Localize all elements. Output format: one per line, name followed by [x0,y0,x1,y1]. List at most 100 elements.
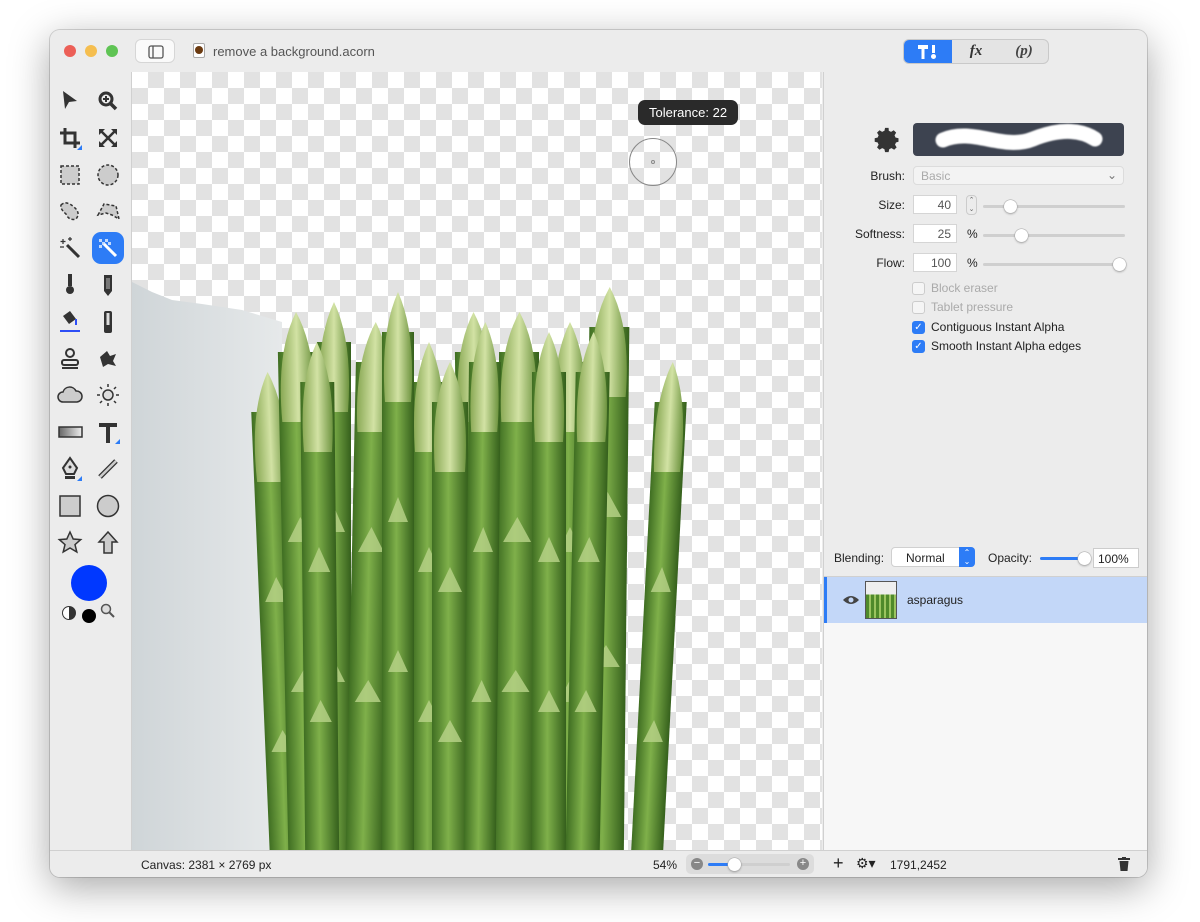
opacity-label: Opacity: [988,551,1033,565]
foreground-color-well[interactable] [71,565,107,601]
tool-magic-wand[interactable] [54,232,86,264]
zoom-button[interactable] [106,45,118,57]
tool-select-arrow[interactable] [54,85,86,117]
sidebar-toggle-button[interactable] [135,39,175,63]
tool-polygon-lasso[interactable] [92,195,124,227]
tool-gradient[interactable] [54,416,86,448]
zoom-icon [98,91,118,111]
trash-icon[interactable] [1118,857,1130,871]
brush-label: Brush: [870,169,905,183]
tool-smudge[interactable] [92,343,124,375]
circle-icon [96,494,120,518]
size-slider[interactable] [983,200,1125,213]
tool-arrow[interactable] [92,527,124,559]
polygon-lasso-icon [96,203,121,221]
magic-wand-icon [60,237,81,259]
sun-burn-icon [97,384,119,407]
size-field[interactable]: 40 [913,195,957,214]
tool-circle[interactable] [92,490,124,522]
tool-eraser[interactable] [92,306,124,338]
zoom-slider[interactable] [708,858,790,871]
layer-settings-button[interactable]: ⚙▾ [856,855,876,872]
blending-select[interactable]: Normal ⌃ ⌄ [891,547,975,567]
softness-field[interactable]: 25 [913,224,957,243]
flow-slider[interactable] [983,258,1126,271]
size-label: Size: [878,198,905,212]
tab-effects[interactable]: fx [952,40,1000,63]
tablet-pressure-checkbox[interactable]: Tablet pressure [912,300,1013,314]
brush-icon [66,274,74,294]
tool-lasso[interactable] [54,195,86,227]
tool-cloud-blur[interactable] [54,379,86,411]
tool-line[interactable] [92,453,124,485]
opacity-slider[interactable] [1040,552,1091,565]
smudge-icon [100,350,116,367]
brush-preview[interactable] [913,123,1124,156]
asparagus-spear [300,342,340,850]
tool-star[interactable] [54,527,86,559]
background-color-well[interactable] [82,609,96,623]
clone-stamp-icon [61,347,79,369]
asparagus-spear [532,332,566,850]
gear-icon[interactable] [874,126,902,154]
eye-icon[interactable] [842,594,860,606]
tool-sun-burn[interactable] [92,379,124,411]
block-eraser-checkbox[interactable]: Block eraser [912,281,998,295]
tool-instant-alpha[interactable] [92,232,124,265]
inspector-panel: Brush: Basic ⌄ Size: 40 ⌃ ⌄ Softness: 25 %… [823,72,1147,877]
smooth-alpha-checkbox[interactable]: ✓ Smooth Instant Alpha edges [912,339,1081,353]
layers-list: asparagus [824,576,1147,877]
slider-knob[interactable] [1015,229,1028,242]
rect-select-icon [60,164,80,185]
cursor-coords: 1791,2452 [890,858,947,872]
select-arrow-icon [63,91,77,109]
zoom-level: 54% [653,858,678,872]
opacity-field[interactable]: 100% [1093,548,1139,568]
contiguous-alpha-checkbox[interactable]: ✓ Contiguous Instant Alpha [912,320,1064,334]
brush-select[interactable]: Basic ⌄ [913,166,1124,185]
slider-knob[interactable] [1004,200,1017,213]
tool-brush[interactable] [54,269,86,301]
tool-pen[interactable] [54,453,86,485]
color-picker-icon[interactable] [100,603,116,622]
zoom-in-icon[interactable]: + [797,858,809,870]
tool-crop[interactable] [54,122,86,154]
zoom-control: − + [686,854,814,874]
layer-name: asparagus [907,593,964,607]
tool-pencil[interactable] [92,269,124,301]
add-layer-button[interactable]: + [833,853,844,874]
paint-bucket-icon [60,310,80,332]
tool-ellipse-select[interactable] [92,159,124,191]
layer-row[interactable]: asparagus [824,577,1147,623]
tool-clone-stamp[interactable] [54,343,86,375]
tool-transform[interactable] [92,122,124,154]
minimize-button[interactable] [85,45,97,57]
status-bar: Canvas: 2381 × 2769 px 54% − + + ⚙▾ 1791… [50,850,1147,877]
transform-icon [99,128,117,147]
swap-colors-icon[interactable] [62,606,76,620]
flow-field[interactable]: 100 [913,253,957,272]
tool-rect-select[interactable] [54,159,86,191]
tools-icon [918,44,936,59]
zoom-out-icon[interactable]: − [691,858,703,870]
asparagus-spear [463,322,501,850]
tool-zoom[interactable] [92,85,124,117]
close-button[interactable] [64,45,76,57]
tab-python[interactable]: (p) [1000,40,1048,63]
tool-paint-bucket[interactable] [54,306,86,338]
blending-label: Blending: [834,551,885,565]
softness-slider[interactable] [983,229,1125,242]
lasso-icon [60,202,79,221]
slider-knob[interactable] [728,858,741,871]
size-stepper[interactable]: ⌃ ⌄ [966,195,977,215]
tool-rectangle[interactable] [54,490,86,522]
slider-knob[interactable] [1078,552,1091,565]
updown-icon: ⌃ ⌄ [959,547,975,567]
brush-value: Basic [921,169,951,183]
tab-tools[interactable] [904,40,952,63]
tool-text[interactable] [92,416,124,448]
image-canvas[interactable]: Tolerance: 22 [132,72,822,850]
cloud-blur-icon [57,386,83,404]
slider-knob[interactable] [1113,258,1126,271]
sidebar-icon [148,45,164,59]
